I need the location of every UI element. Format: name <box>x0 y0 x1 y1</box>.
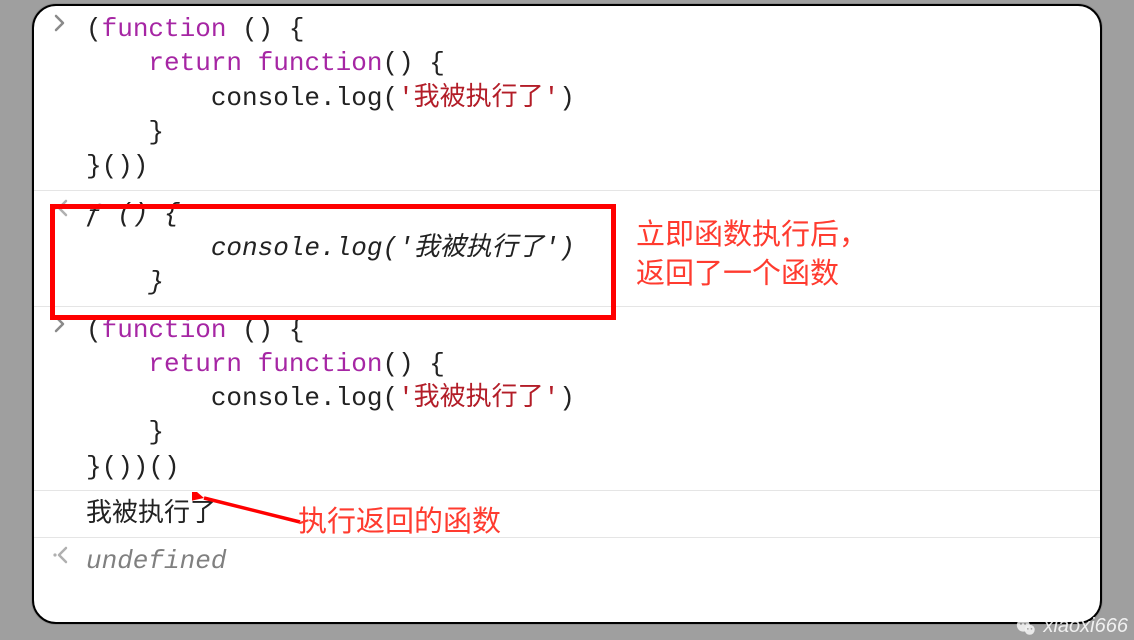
token-out: } <box>86 267 164 297</box>
output-return-icon <box>34 540 86 564</box>
console-row-content: undefined <box>86 540 1100 582</box>
log-gutter <box>34 493 86 499</box>
input-chevron-icon <box>34 8 86 32</box>
token-pun <box>86 349 148 379</box>
output-return-icon <box>34 193 86 217</box>
code-block: (function () { return function() { conso… <box>86 313 1100 485</box>
console-log-row: 我被执行了 <box>34 491 1100 538</box>
code-block: 我被执行了 <box>86 497 1100 531</box>
token-pun: () { <box>226 14 304 44</box>
token-pun: }()) <box>86 151 148 181</box>
token-str: '我被执行了' <box>398 83 559 113</box>
wechat-icon <box>1015 616 1037 638</box>
token-kw: return <box>148 349 242 379</box>
token-pun: }())() <box>86 452 180 482</box>
code-block: ƒ () { console.log('我被执行了') } <box>86 197 1100 300</box>
token-pun: ) <box>559 83 575 113</box>
token-pun: ( <box>86 14 102 44</box>
token-pun: 我被执行了 <box>86 499 216 529</box>
token-kw: function <box>102 315 227 345</box>
console-row-content[interactable]: (function () { return function() { conso… <box>86 309 1100 489</box>
code-block: undefined <box>86 544 1100 578</box>
token-kw: function <box>258 349 383 379</box>
console-input-row: (function () { return function() { conso… <box>34 6 1100 191</box>
token-pun: console.log( <box>86 83 398 113</box>
token-kw: function <box>258 48 383 78</box>
console-panel: (function () { return function() { conso… <box>32 4 1102 624</box>
token-dim: undefined <box>86 546 226 576</box>
token-pun: console.log( <box>86 383 398 413</box>
token-pun: () { <box>382 48 444 78</box>
token-pun: ) <box>559 383 575 413</box>
console-row-content[interactable]: (function () { return function() { conso… <box>86 8 1100 188</box>
token-pun: () { <box>226 315 304 345</box>
token-out: ƒ () { <box>86 199 180 229</box>
console-row-content: 我被执行了 <box>86 493 1100 535</box>
console-output-row: ƒ () { console.log('我被执行了') } <box>34 191 1100 307</box>
token-pun: } <box>86 417 164 447</box>
token-kw: function <box>102 14 227 44</box>
token-out: console.log('我被执行了') <box>86 233 575 263</box>
token-pun <box>86 48 148 78</box>
token-pun <box>242 48 258 78</box>
code-block: (function () { return function() { conso… <box>86 12 1100 184</box>
input-chevron-icon <box>34 309 86 333</box>
console-input-row: (function () { return function() { conso… <box>34 307 1100 492</box>
token-str: '我被执行了' <box>398 383 559 413</box>
token-pun: ( <box>86 315 102 345</box>
token-pun: () { <box>382 349 444 379</box>
watermark-text: xiaoxi666 <box>1043 615 1128 638</box>
token-pun <box>242 349 258 379</box>
token-pun: } <box>86 117 164 147</box>
console-row-content: ƒ () { console.log('我被执行了') } <box>86 193 1100 304</box>
watermark: xiaoxi666 <box>1015 615 1128 638</box>
token-kw: return <box>148 48 242 78</box>
console-output-row: undefined <box>34 538 1100 584</box>
